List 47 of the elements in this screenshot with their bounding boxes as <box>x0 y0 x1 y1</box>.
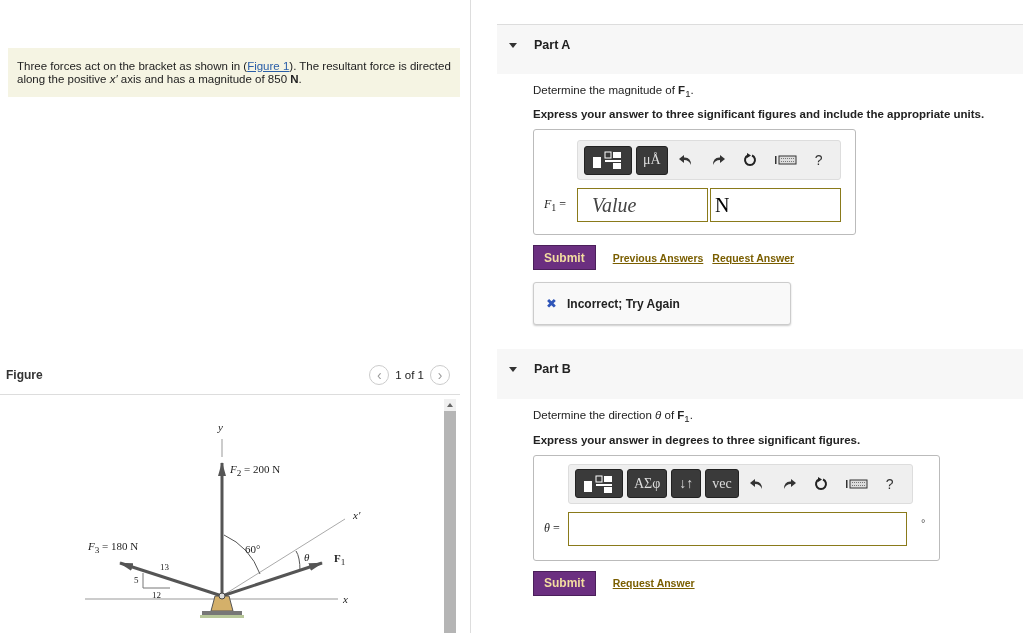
submit-button[interactable]: Submit <box>533 245 596 271</box>
y-axis-line <box>221 438 223 458</box>
field-label: θ = <box>544 521 561 537</box>
problem-text: Three forces act on the bracket as shown in (Figure 1). The resultant force is directed along the positive x′ axis and has a magnitude of 850 N. <box>17 60 452 86</box>
figure-label: y <box>218 421 223 433</box>
scrollbar[interactable] <box>444 399 456 633</box>
figure-label: x <box>343 593 348 605</box>
angle-arc <box>223 534 261 575</box>
templates-button[interactable] <box>584 145 632 175</box>
figure-label: θ <box>304 551 310 563</box>
figure-title: Figure <box>6 367 43 382</box>
templates-button[interactable] <box>575 469 623 499</box>
answer-field[interactable] <box>568 511 907 546</box>
figure-label: 12 <box>152 589 161 601</box>
symbol-button[interactable]: ↓↑ <box>671 469 702 499</box>
figure-link[interactable]: Figure 1 <box>247 60 290 72</box>
help-button[interactable]: ? <box>878 475 901 492</box>
value-field[interactable]: Value <box>577 188 708 223</box>
figure-label: F$_{3}$ = 180 N <box>88 540 139 557</box>
question-text: Determine the direction θ of F$_{1}$. <box>533 409 694 425</box>
part-header[interactable]: Part A <box>497 24 1023 74</box>
help-button[interactable]: ? <box>807 152 830 169</box>
part-header[interactable]: Part B <box>497 349 1023 400</box>
answer-link[interactable]: Previous Answers <box>612 251 704 264</box>
cross-icon: ✖ <box>546 296 557 312</box>
degree-unit: ° <box>921 516 926 529</box>
field-label: F$_{1}$ = <box>544 197 568 214</box>
figure-label: 13 <box>160 561 169 573</box>
answer-link[interactable]: Request Answer <box>612 577 695 590</box>
symbol-button[interactable]: μÅ <box>636 145 668 175</box>
instruction-text: Express your answer to three significant figures and include the appropriate units. <box>533 108 986 121</box>
figure-label: 60° <box>245 543 261 555</box>
question-text: Determine the magnitude of F$_{1}$. <box>533 84 695 100</box>
symbol-button[interactable]: vec <box>705 469 739 499</box>
figure-label: F$_{2}$ = 200 N <box>230 463 281 480</box>
figure-label: F$_{1}$ <box>334 552 346 569</box>
answer-link[interactable]: Request Answer <box>712 251 795 264</box>
figure-label: 5 <box>134 574 139 586</box>
submit-button[interactable]: Submit <box>533 570 596 596</box>
feedback-text: Incorrect; Try Again <box>567 296 680 311</box>
figure-label: x′ <box>353 509 361 521</box>
instruction-text: Express your answer in degrees to three significant figures. <box>533 433 862 446</box>
unit-field[interactable]: N <box>710 188 841 223</box>
bracket-drawing <box>200 592 244 618</box>
page-counter: 1 of 1 <box>395 368 424 381</box>
angle-arc <box>295 550 301 572</box>
symbol-button[interactable]: ΑΣφ <box>627 469 668 499</box>
